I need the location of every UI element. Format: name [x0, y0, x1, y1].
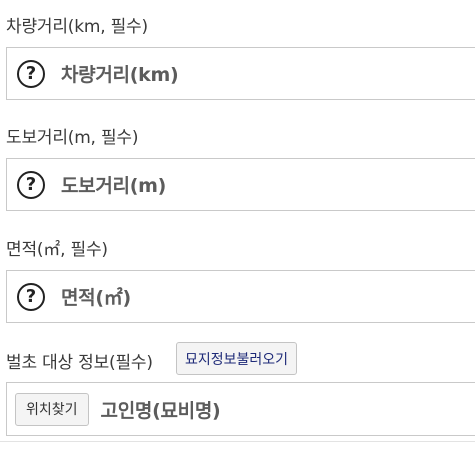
bottom-divider: [0, 441, 475, 442]
form-container: 차량거리(km, 필수) ? 차량거리(km) 도보거리(m, 필수) ? 도보…: [0, 0, 475, 458]
walk-distance-label: 도보거리(m, 필수): [6, 128, 139, 148]
walk-distance-placeholder: 도보거리(m): [61, 175, 166, 197]
help-circle-icon[interactable]: ?: [17, 282, 45, 311]
grave-info-label: 벌초 대상 정보(필수): [6, 353, 153, 373]
area-input[interactable]: ? 면적(㎡): [6, 270, 475, 323]
area-label: 면적(㎡, 필수): [6, 240, 108, 260]
help-circle-icon[interactable]: ?: [17, 170, 45, 199]
find-location-button[interactable]: 위치찾기: [15, 392, 89, 426]
car-distance-label: 차량거리(km, 필수): [6, 17, 148, 37]
deceased-name-placeholder: 고인명(묘비명): [100, 399, 221, 422]
area-placeholder: 면적(㎡): [61, 287, 131, 309]
car-distance-placeholder: 차량거리(km): [61, 64, 179, 86]
deceased-name-input[interactable]: 위치찾기 고인명(묘비명): [6, 382, 475, 436]
walk-distance-input[interactable]: ? 도보거리(m): [6, 158, 475, 211]
load-grave-info-button[interactable]: 묘지정보불러오기: [176, 342, 298, 375]
car-distance-input[interactable]: ? 차량거리(km): [6, 47, 475, 100]
help-circle-icon[interactable]: ?: [17, 59, 45, 88]
